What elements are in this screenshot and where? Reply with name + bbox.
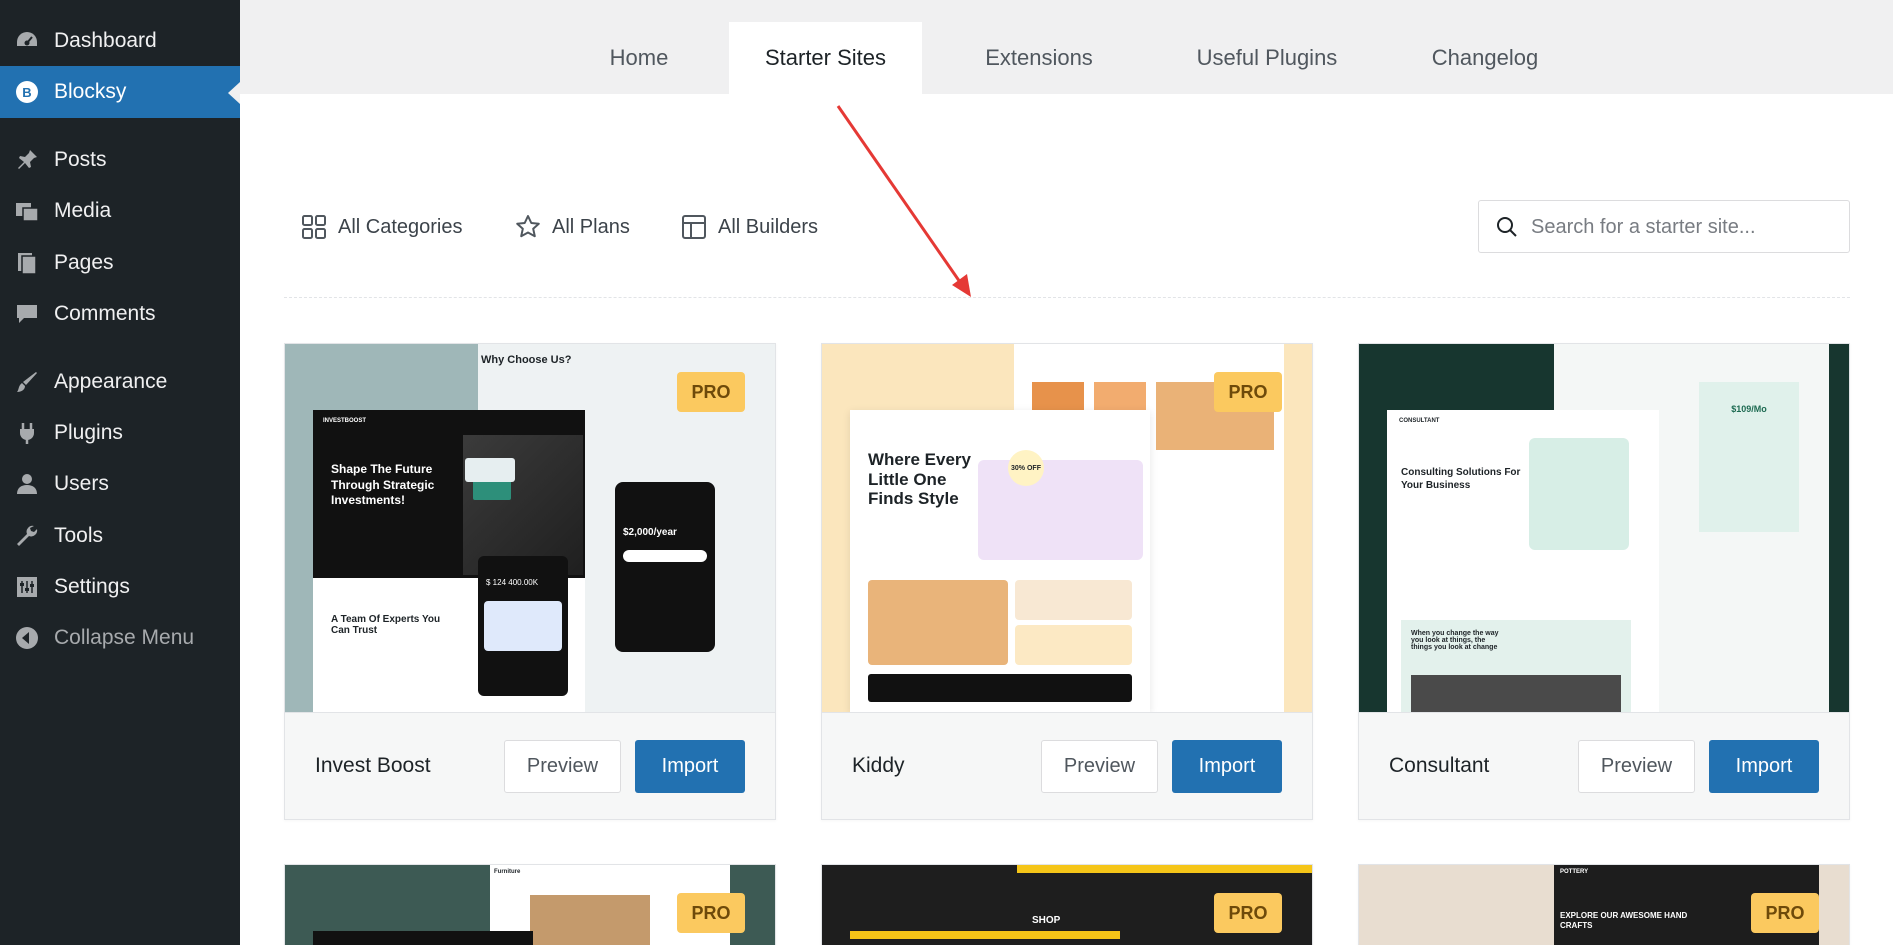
sidebar-item-label: Users: [54, 472, 109, 495]
sidebar-item-posts[interactable]: Posts: [0, 134, 240, 186]
site-thumbnail[interactable]: POTTERY EXPLORE OUR AWESOME HAND CRAFTS …: [1359, 865, 1849, 945]
main-content: Home Starter Sites Extensions Useful Plu…: [240, 0, 1893, 945]
starter-site-card: SHOP PRO: [821, 864, 1313, 945]
tab-starter-sites[interactable]: Starter Sites: [729, 22, 922, 94]
tab-bar: Home Starter Sites Extensions Useful Plu…: [240, 0, 1893, 94]
import-button[interactable]: Import: [1709, 740, 1819, 793]
site-thumbnail[interactable]: Where Every Little One Finds Style 30% O…: [822, 344, 1312, 712]
all-builders-filter[interactable]: All Builders: [680, 212, 818, 242]
tab-home[interactable]: Home: [580, 22, 698, 94]
pin-icon: [13, 146, 41, 174]
dashboard-icon: [13, 27, 41, 55]
card-footer: Invest Boost Preview Import: [285, 712, 775, 819]
sidebar-item-label: Comments: [54, 302, 156, 325]
sidebar-item-plugins[interactable]: Plugins: [0, 407, 240, 459]
pages-icon: [13, 249, 41, 277]
user-icon: [13, 470, 41, 498]
pro-badge: PRO: [1214, 372, 1282, 412]
starter-site-card: $109/Mo CONSULTANT Consulting Solutions …: [1358, 343, 1850, 820]
site-name: Invest Boost: [315, 754, 431, 777]
site-name: Kiddy: [852, 754, 905, 777]
sidebar-item-label: Plugins: [54, 421, 123, 444]
starter-site-search[interactable]: [1478, 200, 1850, 253]
pro-badge: PRO: [677, 893, 745, 933]
tab-extensions[interactable]: Extensions: [960, 22, 1118, 94]
sidebar-item-settings[interactable]: Settings: [0, 561, 240, 613]
admin-sidebar: Dashboard B Blocksy Posts Media Pages Co…: [0, 0, 240, 945]
starter-site-card: Furniture PRO: [284, 864, 776, 945]
preview-button[interactable]: Preview: [504, 740, 621, 793]
sidebar-item-label: Blocksy: [54, 80, 127, 103]
import-button[interactable]: Import: [635, 740, 745, 793]
thumb-section: Why Choose Us?: [481, 354, 572, 366]
search-icon: [1495, 215, 1519, 244]
wrench-icon: [13, 522, 41, 550]
sidebar-item-label: Posts: [54, 148, 107, 171]
filter-label: All Categories: [338, 215, 463, 238]
search-input[interactable]: [1531, 211, 1831, 243]
divider: [284, 297, 1850, 298]
comments-icon: [13, 300, 41, 328]
sidebar-item-comments[interactable]: Comments: [0, 288, 240, 340]
all-categories-filter[interactable]: All Categories: [300, 212, 463, 242]
site-thumbnail[interactable]: SHOP PRO: [822, 865, 1312, 945]
sidebar-item-label: Collapse Menu: [54, 626, 195, 649]
starter-site-card: Where Every Little One Finds Style 30% O…: [821, 343, 1313, 820]
sidebar-item-label: Settings: [54, 575, 130, 598]
sidebar-item-label: Dashboard: [54, 29, 157, 52]
starter-site-card: POTTERY EXPLORE OUR AWESOME HAND CRAFTS …: [1358, 864, 1850, 945]
preview-button[interactable]: Preview: [1041, 740, 1158, 793]
pro-badge: PRO: [677, 372, 745, 412]
all-plans-filter[interactable]: All Plans: [514, 212, 630, 242]
sidebar-item-appearance[interactable]: Appearance: [0, 356, 240, 408]
sidebar-item-media[interactable]: Media: [0, 185, 240, 237]
sidebar-item-dashboard[interactable]: Dashboard: [0, 15, 240, 67]
filter-label: All Plans: [552, 215, 630, 238]
pro-badge: PRO: [1214, 893, 1282, 933]
sidebar-item-label: Pages: [54, 251, 114, 274]
media-icon: [13, 197, 41, 225]
import-button[interactable]: Import: [1172, 740, 1282, 793]
star-icon: [514, 213, 542, 241]
collapse-icon: [13, 624, 41, 652]
thumb-headline: Where Every Little One Finds Style: [868, 450, 971, 509]
sidebar-item-pages[interactable]: Pages: [0, 237, 240, 289]
starter-site-card: Why Choose Us? $2,000/year INVESTBOOST S…: [284, 343, 776, 820]
preview-button[interactable]: Preview: [1578, 740, 1695, 793]
sidebar-item-users[interactable]: Users: [0, 458, 240, 510]
site-thumbnail[interactable]: Why Choose Us? $2,000/year INVESTBOOST S…: [285, 344, 775, 712]
sidebar-item-label: Appearance: [54, 370, 168, 393]
plug-icon: [13, 419, 41, 447]
sidebar-item-label: Media: [54, 199, 112, 222]
tab-changelog[interactable]: Changelog: [1405, 22, 1565, 94]
brush-icon: [13, 368, 41, 396]
card-footer: Consultant Preview Import: [1359, 712, 1849, 819]
site-name: Consultant: [1389, 754, 1490, 777]
sidebar-item-label: Tools: [54, 524, 104, 547]
site-thumbnail[interactable]: $109/Mo CONSULTANT Consulting Solutions …: [1359, 344, 1849, 712]
pro-badge: PRO: [1751, 893, 1819, 933]
blocksy-icon: B: [13, 78, 41, 106]
sidebar-item-blocksy[interactable]: B Blocksy: [0, 66, 240, 118]
filter-label: All Builders: [718, 215, 819, 238]
sidebar-item-tools[interactable]: Tools: [0, 510, 240, 562]
settings-icon: [13, 573, 41, 601]
site-thumbnail[interactable]: Furniture PRO: [285, 865, 775, 945]
svg-text:B: B: [22, 85, 31, 100]
tab-useful-plugins[interactable]: Useful Plugins: [1170, 22, 1364, 94]
layout-icon: [680, 213, 708, 241]
collapse-menu-button[interactable]: Collapse Menu: [0, 612, 240, 664]
card-footer: Kiddy Preview Import: [822, 712, 1312, 819]
grid-icon: [300, 213, 328, 241]
